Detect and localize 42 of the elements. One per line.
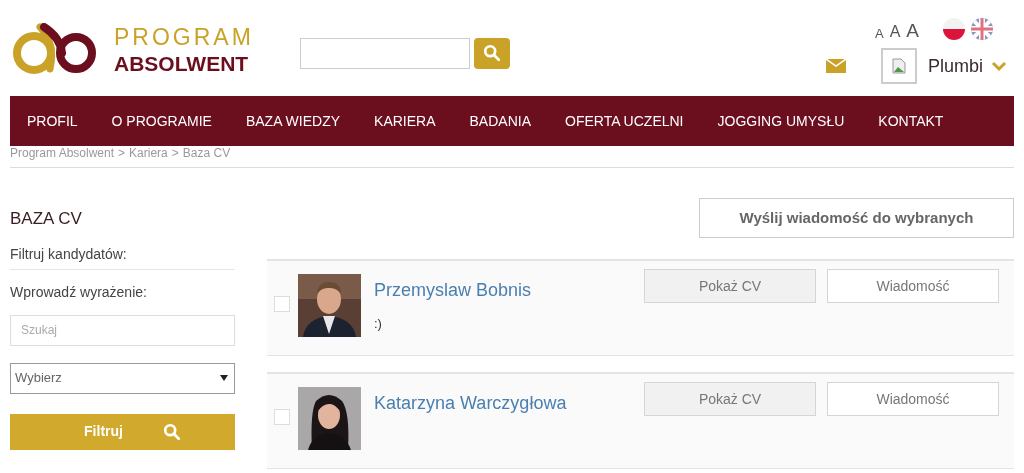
message-button[interactable]: Wiadomość (827, 269, 999, 303)
nav-link[interactable]: KARIERA (374, 110, 436, 132)
nav-link[interactable]: BAZA WIEDZY (245, 110, 341, 132)
select-checkbox[interactable] (274, 296, 290, 312)
send-selected-button[interactable]: Wyślij wiadomość do wybranych (699, 198, 1014, 238)
search-icon (483, 44, 501, 62)
poland-flag-icon[interactable] (943, 18, 965, 40)
section-title: BAZA CV (10, 208, 83, 230)
logo-subtitle: ABSOLWENT (114, 53, 250, 74)
nav-link[interactable]: OFERTA UCZELNI (565, 110, 684, 132)
show-cv-button[interactable]: Pokaż CV (644, 269, 816, 303)
search-icon (162, 422, 181, 441)
font-size-button[interactable]: A (906, 21, 919, 40)
chevron-down-icon[interactable] (991, 60, 1007, 72)
nav-link[interactable]: KONTAKT (878, 110, 944, 132)
filter-label: Filtruj kandydatów: (10, 243, 235, 270)
nav-link[interactable]: JOGGING UMYSŁU (717, 110, 845, 132)
message-button[interactable]: Wiadomość (827, 382, 999, 416)
breadcrumb-separator: > (171, 147, 179, 159)
search-field[interactable]: Szukaj (10, 314, 235, 346)
category-select[interactable]: Wybierz (10, 362, 235, 394)
nav-link[interactable]: BADANIA (469, 110, 531, 132)
avatar-placeholder[interactable] (880, 48, 917, 84)
nav-link[interactable]: PROFIL (27, 110, 78, 132)
mail-icon[interactable] (825, 59, 846, 73)
dropdown-arrow-icon (220, 375, 228, 381)
breadcrumb-separator: > (118, 147, 126, 159)
logo-title: PROGRAM (114, 26, 254, 49)
candidate-name[interactable]: Katarzyna Warczygłowa (374, 390, 630, 417)
candidate-name[interactable]: Przemyslaw Bobnis (374, 277, 630, 304)
candidate-note: :) (374, 315, 383, 333)
uk-flag-icon[interactable] (971, 18, 993, 40)
font-size-button[interactable]: A (889, 24, 901, 40)
search-field[interactable] (300, 37, 470, 69)
show-cv-button[interactable]: Pokaż CV (644, 382, 816, 416)
select-checkbox[interactable] (274, 409, 290, 425)
nav-link[interactable]: O PROGRAMIE (111, 110, 212, 132)
search-button[interactable] (474, 37, 510, 69)
broken-image-icon (891, 58, 906, 74)
font-size-button[interactable]: A (874, 27, 884, 40)
expression-label: Wprowadź wyrażenie: (10, 282, 148, 302)
user-name[interactable]: Plumbi (927, 52, 983, 80)
